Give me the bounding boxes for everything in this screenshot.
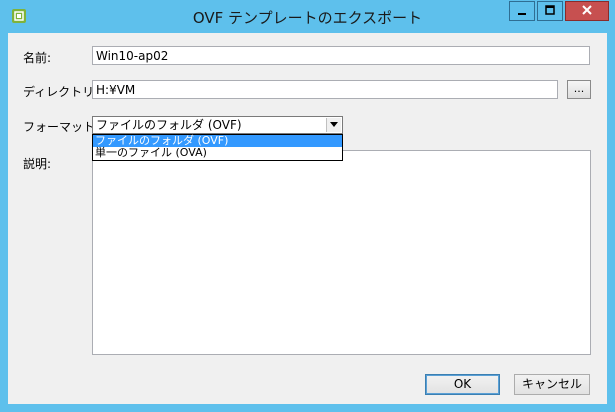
- description-label: 説明:: [23, 157, 52, 171]
- format-selected-value: ファイルのフォルダ (OVF): [96, 118, 242, 132]
- minimize-icon: [518, 13, 526, 15]
- export-ovf-dialog: OVF テンプレートのエクスポート 名前: Win10-ap02 ディレクトリ:…: [0, 0, 615, 412]
- close-button[interactable]: [565, 1, 609, 21]
- dialog-body: 名前: Win10-ap02 ディレクトリ: H:¥VM ... フォーマット:…: [8, 33, 607, 404]
- close-icon: [582, 5, 592, 15]
- directory-label: ディレクトリ:: [23, 85, 99, 99]
- name-field[interactable]: Win10-ap02: [92, 46, 590, 65]
- format-dropdown-list: ファイルのフォルダ (OVF) 単一のファイル (OVA): [92, 134, 343, 161]
- name-label: 名前:: [23, 51, 52, 65]
- chevron-down-icon[interactable]: [326, 118, 341, 132]
- minimize-button[interactable]: [509, 1, 535, 21]
- caption-buttons: [507, 1, 609, 23]
- maximize-icon: [545, 5, 555, 15]
- title-bar[interactable]: OVF テンプレートのエクスポート: [0, 0, 615, 33]
- format-option[interactable]: 単一のファイル (OVA): [93, 147, 342, 159]
- format-select[interactable]: ファイルのフォルダ (OVF): [92, 116, 343, 134]
- cancel-button[interactable]: キャンセル: [514, 374, 590, 395]
- description-textarea[interactable]: [92, 150, 591, 355]
- maximize-button[interactable]: [537, 1, 563, 21]
- ok-button[interactable]: OK: [425, 374, 500, 395]
- format-label: フォーマット:: [23, 120, 100, 134]
- directory-field[interactable]: H:¥VM: [92, 80, 558, 99]
- browse-button[interactable]: ...: [567, 80, 591, 99]
